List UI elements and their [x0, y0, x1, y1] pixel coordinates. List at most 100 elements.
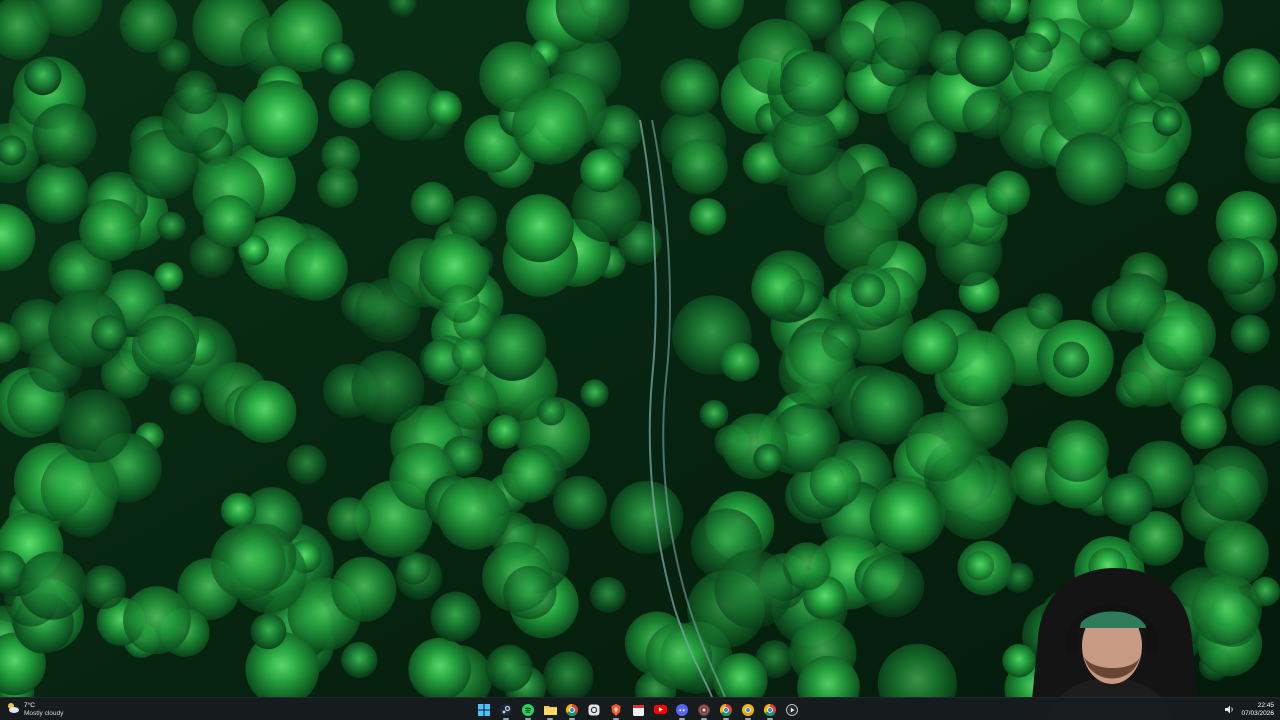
tree-crown — [552, 475, 607, 530]
tree-crown — [443, 374, 499, 430]
tree-crown — [341, 641, 378, 679]
tree-crown — [501, 448, 557, 503]
tree-crown — [580, 379, 609, 408]
weather-widget[interactable]: 7°C Mostly cloudy — [6, 700, 63, 719]
tree-crown — [437, 477, 510, 550]
tree-crown — [720, 342, 760, 382]
taskbar-apps — [474, 698, 802, 720]
tree-crown — [451, 336, 487, 372]
tree-crown — [955, 28, 1015, 88]
chrome-profile-icon[interactable] — [694, 700, 714, 720]
tree-crown — [203, 195, 256, 248]
tree-crown — [221, 492, 257, 528]
tree-crown — [91, 315, 128, 352]
discord-icon[interactable] — [672, 700, 692, 720]
chrome-canary-icon[interactable] — [738, 700, 758, 720]
tree-crown — [397, 551, 431, 585]
tree-crown — [589, 576, 626, 613]
tree-crown — [918, 192, 974, 248]
tree-crown — [441, 284, 480, 324]
tree-crown — [689, 198, 727, 236]
chrome-icon[interactable] — [562, 700, 582, 720]
tree-crown — [1053, 341, 1090, 378]
windows-start-icon[interactable] — [474, 700, 494, 720]
volume-icon[interactable] — [1225, 701, 1235, 719]
chrome-icon[interactable] — [716, 700, 736, 720]
tree-crown — [487, 414, 522, 449]
tree-crown — [699, 400, 729, 429]
tree-crown — [1144, 299, 1216, 371]
tree-crown — [962, 88, 1013, 140]
tree-crown — [505, 194, 574, 263]
tree-crown — [32, 103, 97, 168]
tree-crown — [331, 556, 397, 622]
tree-crown — [780, 50, 847, 117]
tree-crown — [964, 551, 995, 581]
tree-crown — [809, 456, 862, 509]
tree-crown — [430, 591, 481, 642]
youtube-icon[interactable] — [650, 700, 670, 720]
tree-crown — [250, 613, 287, 650]
tree-crown — [131, 315, 197, 381]
clock-time: 22:45 — [1257, 701, 1274, 709]
folder-icon[interactable] — [540, 700, 560, 720]
steam-icon[interactable] — [496, 700, 516, 720]
tree-crown — [1180, 403, 1227, 449]
tree-crown — [24, 57, 62, 96]
cloud-sun-icon — [6, 701, 20, 719]
tree-crown — [512, 88, 589, 165]
tree-crown — [351, 350, 425, 424]
weather-temperature: 7°C — [24, 701, 35, 709]
tree-crown — [1207, 238, 1265, 295]
tree-crown — [869, 480, 941, 552]
tree-crown — [410, 182, 455, 226]
tree-crown — [902, 318, 959, 375]
tree-crown — [18, 551, 87, 620]
taskbar-clock[interactable]: 22:45 07/03/2026 — [1241, 702, 1274, 718]
tree-crown — [671, 138, 728, 195]
tree-crown — [355, 278, 421, 343]
tree-crown — [861, 554, 925, 618]
tree-crown — [1046, 420, 1109, 482]
tree-crown — [317, 166, 359, 208]
spotify-icon[interactable] — [518, 700, 538, 720]
tree-crown — [851, 273, 886, 308]
tree-crown — [327, 497, 371, 541]
tree-crown — [580, 148, 624, 193]
tree-crown — [210, 524, 286, 600]
calendar-icon[interactable] — [628, 700, 648, 720]
tree-crown — [287, 444, 327, 485]
tree-crown — [1136, 34, 1205, 104]
tree-crown — [240, 80, 319, 158]
tree-crown — [174, 70, 218, 115]
tree-crown — [778, 332, 856, 410]
tree-crown — [26, 161, 89, 225]
tree-crown — [936, 463, 1012, 540]
tree-crown — [1013, 32, 1053, 72]
tree-crown — [485, 644, 533, 692]
tree-crown — [1165, 182, 1199, 216]
tree-crown — [58, 389, 132, 463]
tree-crown — [645, 622, 713, 690]
tree-crown — [79, 199, 141, 261]
tree-crown — [284, 237, 348, 301]
chrome-icon[interactable] — [760, 700, 780, 720]
desktop: 7°C Mostly cloudy 22:45 07/03/2026 — [0, 0, 1280, 720]
play-icon[interactable] — [782, 700, 802, 720]
tree-crown — [123, 586, 191, 655]
tree-crown — [40, 449, 120, 528]
brave-icon[interactable] — [606, 700, 626, 720]
taskbar: 7°C Mostly cloudy 22:45 07/03/2026 — [0, 697, 1280, 720]
clock-date: 07/03/2026 — [1241, 709, 1274, 717]
tree-crown — [1101, 473, 1154, 526]
tree-crown — [753, 443, 784, 474]
tree-crown — [610, 480, 684, 554]
tree-crown — [660, 58, 719, 117]
tree-crown — [751, 262, 805, 316]
tree-crown — [714, 549, 793, 629]
tree-crown — [321, 42, 355, 76]
weather-condition: Mostly cloudy — [24, 709, 64, 717]
tree-crown — [1230, 314, 1270, 354]
tree-crown — [1193, 445, 1269, 521]
app-icon[interactable] — [584, 700, 604, 720]
